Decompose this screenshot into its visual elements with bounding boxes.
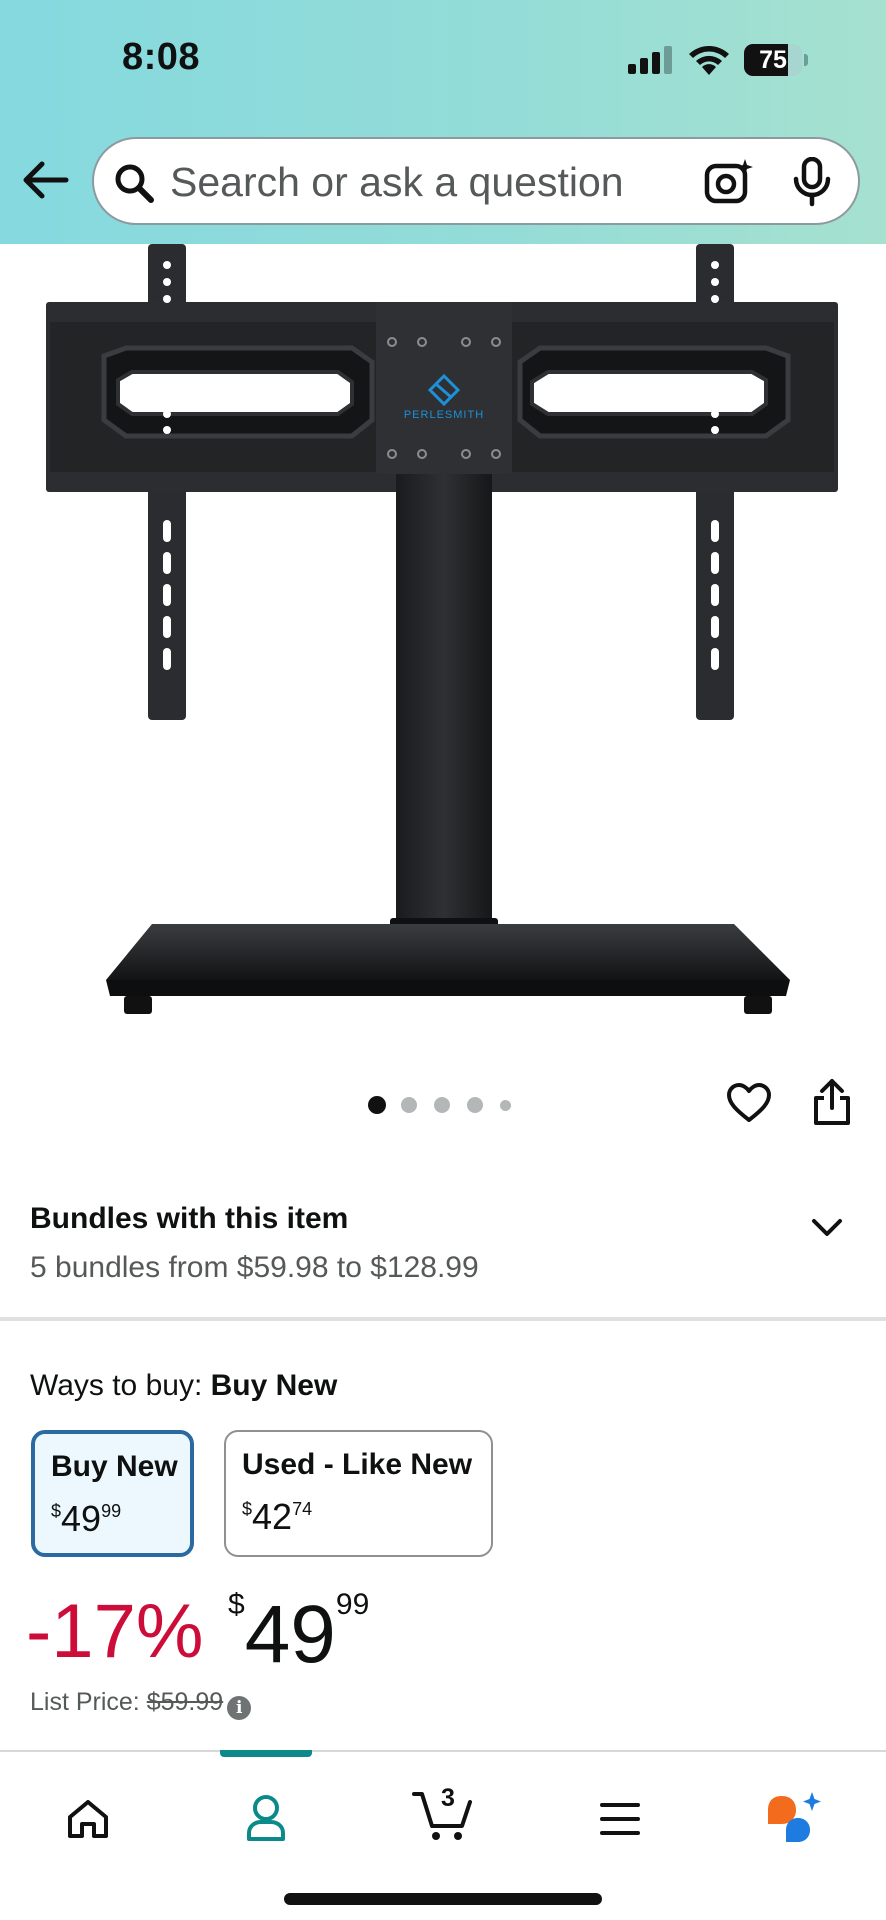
buy-option-label: Used - Like New bbox=[242, 1448, 473, 1481]
buy-option-used-like-new[interactable]: Used - Like New $4274 bbox=[224, 1430, 493, 1557]
ways-to-buy-label: Ways to buy: Buy New bbox=[30, 1369, 338, 1402]
battery-level: 75 bbox=[759, 46, 787, 74]
cart-count-badge: 3 bbox=[441, 1784, 455, 1812]
product-image-tv-stand[interactable]: PERLESMITH bbox=[0, 244, 886, 1034]
cellular-signal-icon bbox=[628, 46, 672, 74]
heart-icon[interactable] bbox=[726, 1082, 772, 1124]
svg-text:PERLESMITH: PERLESMITH bbox=[404, 409, 484, 421]
carousel-dot[interactable] bbox=[368, 1096, 386, 1114]
camera-lens-icon[interactable] bbox=[704, 157, 754, 205]
rufus-assistant-icon[interactable] bbox=[764, 1790, 824, 1846]
section-divider bbox=[0, 1317, 886, 1321]
search-input[interactable]: Search or ask a question bbox=[170, 159, 624, 206]
battery-icon: 75 bbox=[744, 44, 808, 76]
carousel-dot[interactable] bbox=[434, 1097, 450, 1113]
info-icon[interactable]: i bbox=[227, 1696, 252, 1720]
carousel-dot[interactable] bbox=[500, 1099, 511, 1111]
list-price: List Price: $59.99 i bbox=[30, 1688, 252, 1720]
bundles-subtitle: 5 bundles from $59.98 to $128.99 bbox=[30, 1251, 479, 1284]
carousel-dot[interactable] bbox=[401, 1097, 417, 1113]
wifi-icon bbox=[689, 46, 729, 75]
discount-percent: -17% bbox=[26, 1589, 204, 1674]
search-bar[interactable]: Search or ask a question bbox=[92, 137, 860, 225]
buy-option-label: Buy New bbox=[51, 1450, 178, 1483]
status-time: 8:08 bbox=[122, 36, 201, 78]
header: 8:08 75 Search or ask a question bbox=[0, 0, 886, 244]
ways-to-buy-selected: Buy New bbox=[210, 1369, 338, 1402]
carousel-dot[interactable] bbox=[467, 1097, 483, 1113]
buy-option-new[interactable]: Buy New $4999 bbox=[31, 1430, 194, 1557]
share-icon[interactable] bbox=[812, 1078, 852, 1126]
list-price-value: $59.99 bbox=[146, 1688, 224, 1716]
home-indicator bbox=[284, 1893, 602, 1905]
menu-icon[interactable] bbox=[600, 1802, 640, 1836]
account-icon[interactable] bbox=[245, 1794, 287, 1842]
current-price: $4999 bbox=[228, 1588, 370, 1680]
cart-button[interactable]: 3 bbox=[410, 1780, 474, 1844]
buy-option-price: $4999 bbox=[51, 1498, 122, 1539]
chevron-down-icon[interactable] bbox=[810, 1216, 844, 1240]
back-arrow-icon[interactable] bbox=[20, 158, 70, 202]
buy-option-price: $4274 bbox=[242, 1496, 313, 1537]
microphone-icon[interactable] bbox=[792, 157, 832, 207]
bundles-title[interactable]: Bundles with this item bbox=[30, 1202, 348, 1236]
home-icon[interactable] bbox=[66, 1798, 110, 1840]
nav-active-indicator bbox=[220, 1750, 312, 1757]
search-icon bbox=[115, 164, 154, 203]
